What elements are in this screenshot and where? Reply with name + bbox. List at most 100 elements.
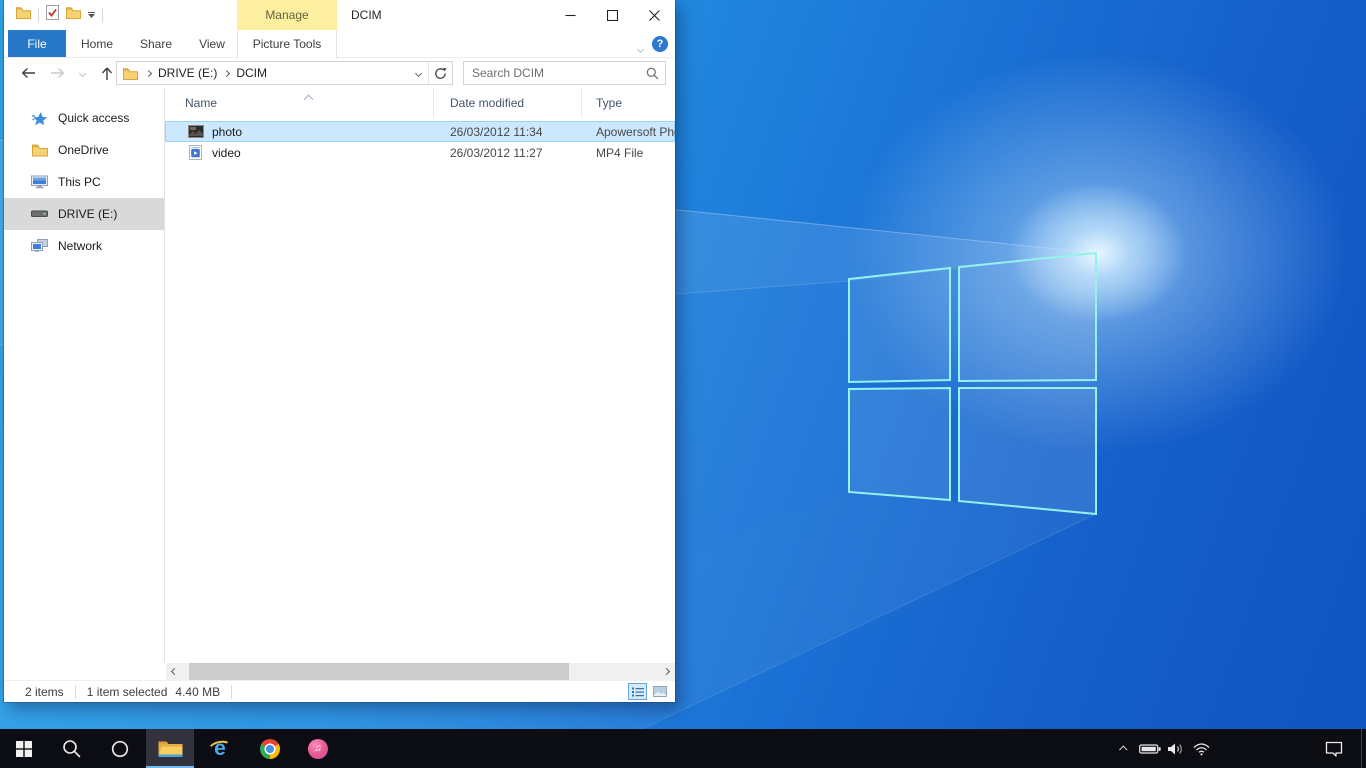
search-icon[interactable]: [639, 67, 665, 80]
drive-icon: [31, 210, 48, 218]
status-divider: [231, 685, 232, 699]
sidebar-item-label: This PC: [58, 175, 101, 189]
address-bar[interactable]: DRIVE (E:) DCIM: [116, 61, 453, 85]
file-list-area: Name Date modified Type photo 26/03/2012…: [165, 88, 675, 663]
action-center-icon[interactable]: [1316, 729, 1352, 768]
breadcrumb-segment-drive[interactable]: DRIVE (E:): [156, 66, 219, 80]
start-button[interactable]: [0, 729, 48, 768]
refresh-icon[interactable]: [429, 67, 452, 80]
this-pc-monitor-icon: [31, 175, 48, 189]
minimize-button[interactable]: [549, 0, 591, 30]
scroll-right-arrow-icon[interactable]: [658, 663, 675, 680]
sort-ascending-caret-icon[interactable]: [305, 92, 312, 106]
file-type: Apowersoft Pho: [582, 125, 675, 139]
horizontal-scrollbar[interactable]: [166, 663, 675, 680]
column-headers: Name Date modified Type: [165, 88, 675, 118]
onedrive-folder-icon: [31, 143, 48, 157]
expand-ribbon-chevron-icon[interactable]: [638, 39, 643, 57]
address-dropdown-chevron-icon[interactable]: [408, 71, 428, 76]
file-name: photo: [212, 125, 242, 139]
search-box[interactable]: [463, 61, 666, 85]
sidebar-item-drive-e[interactable]: DRIVE (E:): [4, 198, 164, 230]
tab-home[interactable]: Home: [70, 30, 124, 57]
sidebar-item-network[interactable]: Network: [4, 230, 164, 262]
properties-icon[interactable]: [46, 5, 59, 25]
file-explorer-window: Manage DCIM File Home Share View Picture…: [4, 0, 675, 702]
video-file-icon: [187, 145, 204, 160]
customize-quick-access-dropdown-icon[interactable]: [88, 12, 95, 18]
sidebar-item-quick-access[interactable]: Quick access: [4, 102, 164, 134]
new-folder-icon[interactable]: [66, 6, 81, 24]
status-divider: [75, 685, 76, 699]
up-button[interactable]: [96, 58, 118, 88]
sidebar-item-label: DRIVE (E:): [58, 207, 117, 221]
breadcrumb-chevron-icon: [141, 71, 156, 76]
file-date-modified: 26/03/2012 11:34: [434, 125, 582, 139]
tab-picture-tools[interactable]: Picture Tools: [237, 30, 337, 58]
quick-access-star-icon: [31, 111, 48, 126]
back-button[interactable]: [16, 58, 40, 88]
explorer-main: Quick access OneDrive This PC: [4, 88, 675, 663]
search-icon: [62, 739, 82, 759]
breadcrumb-segment-dcim[interactable]: DCIM: [234, 66, 269, 80]
close-button[interactable]: [633, 0, 675, 30]
status-bar: 2 items 1 item selected 4.40 MB: [4, 680, 675, 702]
show-desktop-button[interactable]: [1361, 729, 1366, 768]
qat-separator: [38, 8, 39, 23]
taskbar-chrome-button[interactable]: [246, 729, 294, 768]
taskbar-itunes-button[interactable]: ♫: [294, 729, 342, 768]
help-button[interactable]: ?: [652, 36, 668, 52]
scroll-left-arrow-icon[interactable]: [166, 663, 183, 680]
battery-icon[interactable]: [1137, 729, 1163, 768]
taskbar-internet-explorer-button[interactable]: e: [196, 729, 244, 768]
internet-explorer-icon: e: [209, 738, 231, 760]
forward-button[interactable]: [48, 58, 68, 88]
file-row-photo[interactable]: photo 26/03/2012 11:34 Apowersoft Pho: [165, 121, 675, 142]
itunes-note-glyph: ♫: [314, 743, 322, 754]
itunes-icon: ♫: [308, 739, 328, 759]
taskbar: e ♫: [0, 729, 1366, 768]
taskbar-file-explorer-button[interactable]: [146, 729, 194, 768]
tab-file[interactable]: File: [8, 30, 66, 57]
breadcrumb-chevron-icon: [219, 71, 234, 76]
taskbar-search-button[interactable]: [48, 729, 96, 768]
sidebar-item-this-pc[interactable]: This PC: [4, 166, 164, 198]
sidebar-item-onedrive[interactable]: OneDrive: [4, 134, 164, 166]
file-type: MP4 File: [582, 146, 675, 160]
search-input[interactable]: [464, 66, 639, 80]
quick-access-toolbar: [16, 0, 103, 30]
contextual-tab-group-manage[interactable]: Manage: [237, 0, 337, 30]
wifi-icon[interactable]: [1188, 729, 1214, 768]
sidebar-item-label: OneDrive: [58, 143, 109, 157]
chrome-icon: [260, 739, 280, 759]
status-item-count: 2 items: [25, 685, 64, 699]
tab-share[interactable]: Share: [128, 30, 184, 57]
status-selection-summary: 1 item selected: [87, 685, 168, 699]
screen: Manage DCIM File Home Share View Picture…: [0, 0, 1366, 768]
details-view-icon[interactable]: [628, 683, 647, 700]
help-glyph: ?: [657, 38, 664, 50]
photo-thumbnail-icon: [187, 125, 204, 138]
windows-logo-icon: [16, 741, 32, 757]
maximize-button[interactable]: [591, 0, 633, 30]
sidebar-item-label: Quick access: [58, 111, 129, 125]
sidebar-item-label: Network: [58, 239, 102, 253]
title-bar[interactable]: Manage DCIM: [4, 0, 675, 30]
explorer-folder-icon: [16, 6, 31, 24]
column-header-date-modified[interactable]: Date modified: [434, 88, 582, 118]
status-selection-size: 4.40 MB: [175, 685, 220, 699]
file-name: video: [212, 146, 241, 160]
scrollbar-thumb[interactable]: [189, 663, 569, 680]
file-row-video[interactable]: video 26/03/2012 11:27 MP4 File: [165, 142, 675, 163]
cortana-button[interactable]: [96, 729, 144, 768]
recent-locations-chevron-icon[interactable]: [74, 58, 90, 88]
view-toggle-buttons: [628, 683, 669, 700]
volume-icon[interactable]: [1164, 729, 1188, 768]
large-thumbnails-view-icon[interactable]: [650, 683, 669, 700]
address-folder-icon: [123, 67, 138, 80]
cortana-circle-icon: [110, 739, 130, 759]
tab-view[interactable]: View: [188, 30, 236, 57]
column-header-type[interactable]: Type: [582, 88, 675, 118]
column-header-name[interactable]: Name: [165, 88, 434, 118]
show-hidden-icons-chevron[interactable]: [1113, 729, 1135, 768]
